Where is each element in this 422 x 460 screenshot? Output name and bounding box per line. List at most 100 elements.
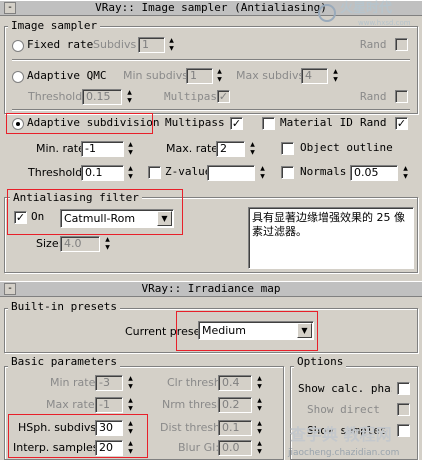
show-direct-checkbox[interactable] [397,403,410,416]
subdivs-label: Subdivs [93,38,137,51]
z-value-input[interactable] [207,165,255,181]
qmc-multipass-checkbox[interactable]: ✓ [217,90,230,103]
group-title: Built-in presets [8,301,120,313]
fixed-rate-radio[interactable] [12,40,24,52]
min-subdivs-spinner[interactable]: ▲ ▼ [215,68,224,84]
z-value-checkbox[interactable] [148,166,161,179]
max-rate-label: Max rate: [46,398,99,411]
threshold-spinner[interactable]: ▲ ▼ [126,165,135,181]
interp-samples-spinner[interactable]: ▲ ▼ [126,440,135,456]
show-direct-label: Show direct [307,403,380,416]
rand-label: Rand [360,38,387,51]
dist-thresh-input[interactable]: 0.1 [218,420,252,436]
qmc-threshold-input[interactable]: 0.15 [82,89,122,105]
highlight-box [6,113,153,134]
watermark-logo: 查字典 教程网 jiaocheng.chazidian.com [288,425,400,459]
hsph-subdivs-input[interactable]: 30 [95,420,123,436]
size-label: Size: [36,237,63,250]
gi-max-rate-input[interactable]: -1 [95,397,123,413]
min-rate-label: Min rate: [50,376,100,389]
size-input[interactable]: 4.0 [60,236,100,252]
dropdown-value: Catmull-Rom [64,212,136,225]
blur-gi-label: Blur GI: [178,441,220,454]
dropdown-value: Medium [202,324,246,337]
rollout-title: VRay:: Image sampler (Antialiasing) [95,1,327,14]
collapse-button[interactable]: - [4,2,16,14]
rollout-title: VRay:: Irradiance map [141,282,281,295]
interp-samples-label: Interp. samples: [13,441,103,454]
blur-gi-spinner[interactable]: ▲ ▼ [255,440,264,456]
blur-gi-input[interactable]: 0.0 [218,440,252,456]
normals-input[interactable]: 0.05 [350,165,398,181]
watermark-logo: 火星时代 www.hxsd.com [318,2,418,27]
max-subdivs-spinner[interactable]: ▲ ▼ [331,68,340,84]
clr-thresh-input[interactable]: 0.4 [218,375,252,391]
group-title: Image sampler [8,20,101,32]
normals-checkbox[interactable] [281,166,294,179]
material-id-label: Material ID [280,116,353,129]
group-title: Antialiasing filter [10,192,142,204]
size-spinner[interactable]: ▲ ▼ [103,236,112,252]
material-id-checkbox[interactable] [262,117,275,130]
gi-min-rate-input[interactable]: -3 [95,375,123,391]
max-rate-input[interactable]: 2 [216,141,245,157]
min-rate-input[interactable]: -1 [81,141,124,157]
fixed-rand-checkbox[interactable] [395,38,408,51]
nrm-thresh-spinner[interactable]: ▲ ▼ [255,397,264,413]
adaptive-qmc-radio[interactable] [12,71,24,83]
nrm-thresh-input[interactable]: 0.2 [218,397,252,413]
show-calc-phase-checkbox[interactable] [397,382,410,395]
divider [12,109,410,111]
multipass-checkbox[interactable]: ✓ [230,117,243,130]
z-value-label: Z-value [165,165,212,178]
hsph-subdivs-label: HSph. subdivs: [18,421,100,434]
qmc-rand-checkbox[interactable] [395,90,408,103]
rand-label: Rand [360,116,387,129]
divider [12,59,410,61]
normals-spinner[interactable]: ▲ ▼ [401,165,410,181]
min-subdivs-input[interactable]: 1 [186,68,213,84]
min-rate-spinner[interactable]: ▲ ▼ [126,141,135,157]
aa-filter-dropdown[interactable]: Catmull-Rom ▼ [60,209,174,228]
subdivs-spinner[interactable]: ▲ ▼ [167,37,176,53]
gi-min-rate-spinner[interactable]: ▲ ▼ [126,375,135,391]
hsph-subdivs-spinner[interactable]: ▲ ▼ [126,420,135,436]
object-outline-checkbox[interactable] [281,142,294,155]
aa-on-label: On [31,210,45,223]
qmc-threshold-spinner[interactable]: ▲ ▼ [125,89,134,105]
group-title: Options [294,356,347,368]
chevron-down-icon[interactable]: ▼ [157,211,172,226]
subdivs-input[interactable]: 1 [138,37,165,53]
max-subdivs-input[interactable]: 4 [301,68,328,84]
irradiance-rollout-header[interactable]: - VRay:: Irradiance map [0,281,422,297]
threshold-label: Threshold: [28,166,86,179]
show-calc-phase-label: Show calc. phase [298,382,392,395]
collapse-button[interactable]: - [4,283,16,295]
clr-thresh-spinner[interactable]: ▲ ▼ [255,375,264,391]
object-outline-label: Object outline [300,141,393,154]
filter-description: 具有显著边缘增强效果的 25 像素过滤器。 [248,207,414,269]
qmc-threshold-label: Threshold [28,90,83,103]
z-value-spinner[interactable]: ▲ ▼ [258,165,267,181]
adaptive-rand-checkbox[interactable]: ✓ [395,117,408,130]
chevron-down-icon[interactable]: ▼ [297,323,312,338]
multipass-label: Multipass [165,116,225,129]
group-title: Basic parameters [8,356,120,368]
dist-thresh-label: Dist thresh: [160,421,224,434]
gi-max-rate-spinner[interactable]: ▲ ▼ [126,397,135,413]
clr-thresh-label: Clr thresh: [167,376,225,389]
threshold-input[interactable]: 0.1 [81,165,124,181]
rand-label: Rand [360,90,387,103]
max-rate-spinner[interactable]: ▲ ▼ [248,141,257,157]
aa-on-checkbox[interactable]: ✓ [14,211,27,224]
min-subdivs-label: Min subdivs [123,69,188,82]
dist-thresh-spinner[interactable]: ▲ ▼ [255,420,264,436]
adaptive-qmc-label: Adaptive QMC [27,69,107,82]
max-subdivs-label: Max subdivs [236,69,305,82]
normals-label: Normals [300,165,347,178]
fixed-rate-label: Fixed rate [27,38,94,51]
qmc-multipass-label: Multipas [164,90,217,103]
preset-dropdown[interactable]: Medium ▼ [198,321,314,340]
max-rate-label: Max. rate: [166,142,222,155]
interp-samples-input[interactable]: 20 [95,440,123,456]
